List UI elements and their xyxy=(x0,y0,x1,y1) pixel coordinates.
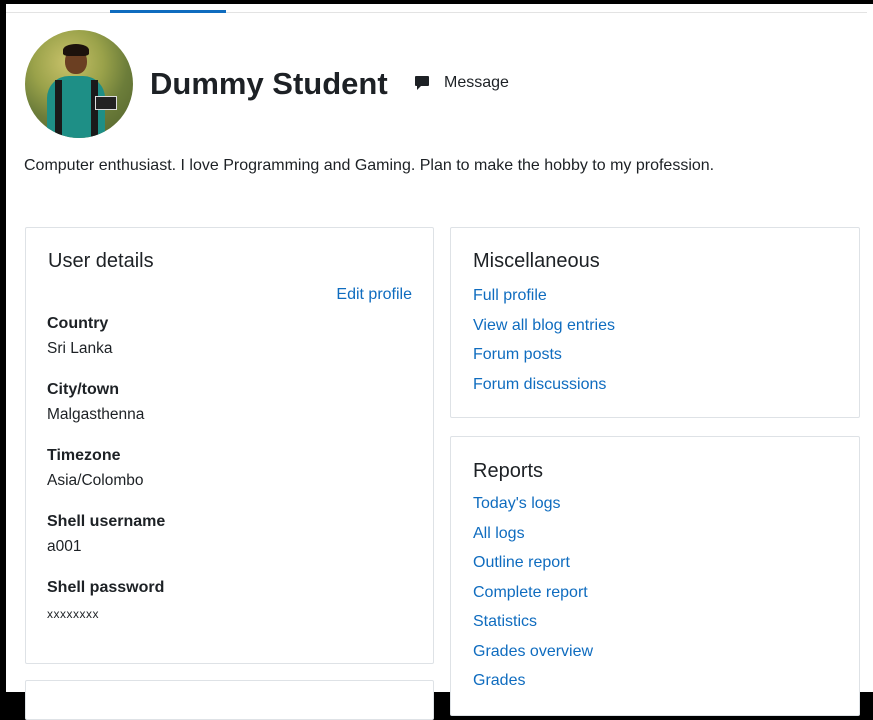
reports-links: Today's logs All logs Outline report Com… xyxy=(473,489,593,696)
complete-report-link[interactable]: Complete report xyxy=(473,584,588,601)
city-label: City/town xyxy=(47,381,119,398)
statistics-link[interactable]: Statistics xyxy=(473,613,537,630)
todays-logs-link[interactable]: Today's logs xyxy=(473,495,561,512)
timezone-value: Asia/Colombo xyxy=(47,472,144,489)
outline-report-link[interactable]: Outline report xyxy=(473,554,570,571)
forum-posts-link[interactable]: Forum posts xyxy=(473,346,562,363)
profile-page: Dummy Student Message Computer enthusias… xyxy=(6,4,873,720)
message-label: Message xyxy=(444,74,509,91)
message-button[interactable]: Message xyxy=(414,74,509,92)
user-details-title: User details xyxy=(48,250,154,272)
miscellaneous-title: Miscellaneous xyxy=(473,250,600,272)
avatar xyxy=(25,30,133,138)
city-value: Malgasthenna xyxy=(47,406,145,423)
reports-card: Reports Today's logs All logs Outline re… xyxy=(450,436,860,716)
shell-password-label: Shell password xyxy=(47,579,165,596)
shell-username-link[interactable]: a001 xyxy=(47,538,81,556)
grades-link[interactable]: Grades xyxy=(473,672,525,689)
country-value: Sri Lanka xyxy=(47,340,113,357)
shell-username-label: Shell username xyxy=(47,513,166,530)
all-logs-link[interactable]: All logs xyxy=(473,525,525,542)
next-card xyxy=(25,680,434,720)
page-title: Dummy Student xyxy=(150,66,388,101)
user-details-card: User details Edit profile Country Sri La… xyxy=(25,227,434,664)
shell-password-value: xxxxxxxx xyxy=(47,607,99,621)
country-label: Country xyxy=(47,315,109,332)
active-tab-indicator xyxy=(110,10,226,13)
miscellaneous-links: Full profile View all blog entries Forum… xyxy=(473,281,615,399)
edit-profile-link[interactable]: Edit profile xyxy=(336,286,412,304)
message-icon xyxy=(415,76,429,90)
grades-overview-link[interactable]: Grades overview xyxy=(473,643,593,660)
reports-title: Reports xyxy=(473,460,544,482)
timezone-label: Timezone xyxy=(47,447,121,464)
blog-entries-link[interactable]: View all blog entries xyxy=(473,317,615,334)
profile-description: Computer enthusiast. I love Programming … xyxy=(24,157,715,174)
forum-discussions-link[interactable]: Forum discussions xyxy=(473,376,606,393)
miscellaneous-card: Miscellaneous Full profile View all blog… xyxy=(450,227,860,418)
full-profile-link[interactable]: Full profile xyxy=(473,287,547,304)
